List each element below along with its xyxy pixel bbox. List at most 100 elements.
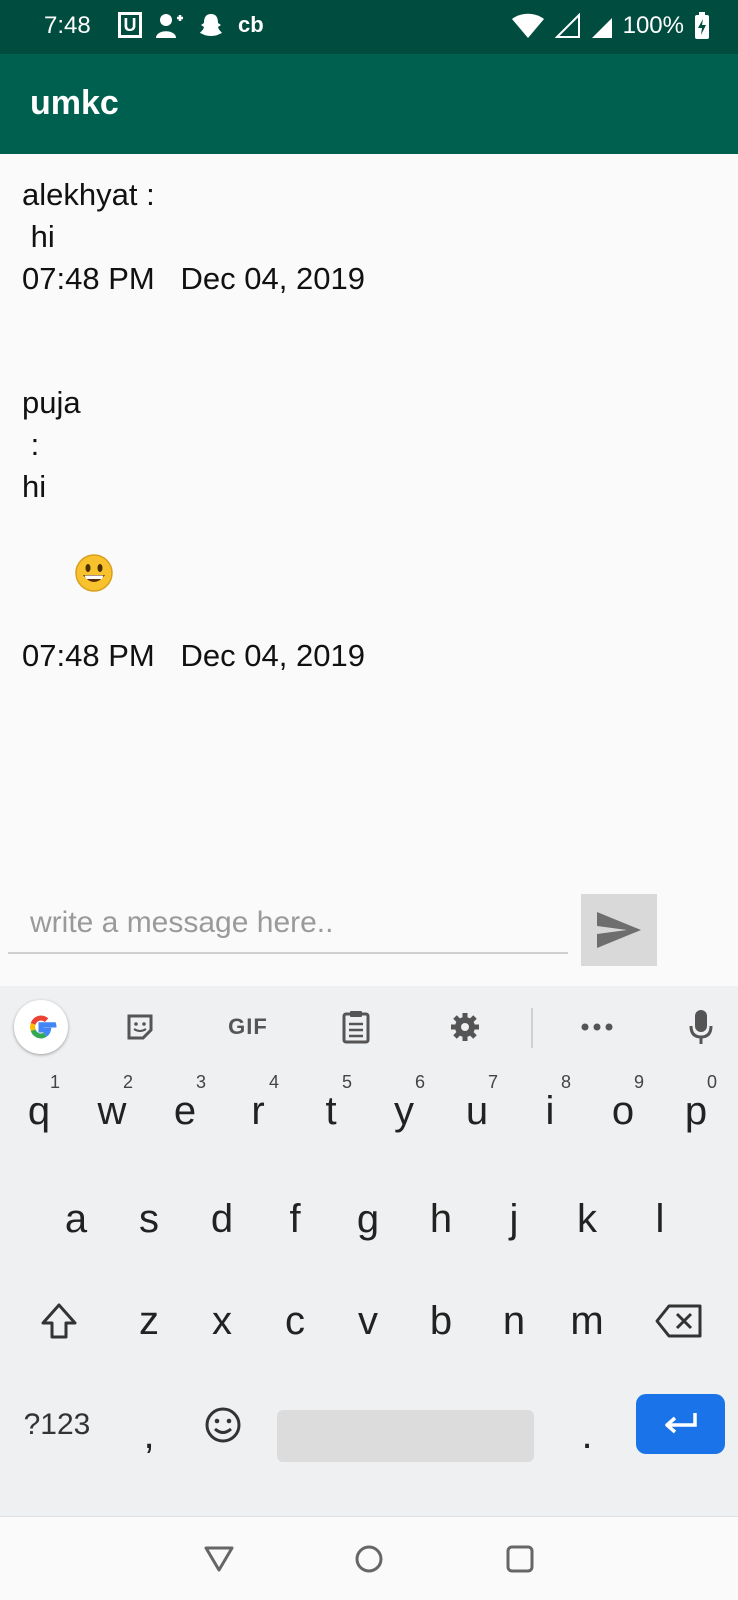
key-label: i — [545, 1088, 555, 1133]
key-label: , — [143, 1412, 155, 1457]
backspace-key[interactable] — [642, 1278, 716, 1364]
gif-label: GIF — [228, 1014, 268, 1039]
key-label: ?123 — [23, 1408, 91, 1441]
key-label: v — [358, 1298, 378, 1343]
sticker-button[interactable] — [115, 1000, 165, 1054]
settings-button[interactable] — [440, 1000, 490, 1054]
key-hint: 5 — [341, 1072, 352, 1092]
key-d[interactable]: d — [187, 1176, 257, 1262]
message-item: alekhyat : hi 07:48 PM Dec 04, 2019 — [22, 174, 365, 300]
key-label: g — [356, 1196, 380, 1241]
key-label: h — [429, 1196, 453, 1241]
key-y[interactable]: y6 — [369, 1068, 439, 1154]
key-hint: 9 — [633, 1072, 644, 1092]
key-label: u — [465, 1088, 489, 1133]
space-key[interactable] — [277, 1410, 534, 1462]
shift-icon — [41, 1303, 77, 1339]
key-k[interactable]: k — [552, 1176, 622, 1262]
recents-button[interactable] — [498, 1537, 542, 1581]
key-label: z — [139, 1298, 159, 1343]
key-c[interactable]: c — [260, 1278, 330, 1364]
key-label: b — [429, 1298, 453, 1343]
emoji-key[interactable] — [188, 1382, 258, 1468]
snapchat-ghost-icon — [200, 14, 222, 36]
battery-percent: 100% — [622, 12, 684, 39]
gif-button[interactable]: GIF — [218, 1000, 278, 1054]
key-w[interactable]: w2 — [77, 1068, 147, 1154]
key-j[interactable]: j — [479, 1176, 549, 1262]
wifi-icon — [511, 13, 544, 38]
signal-icon-1 — [554, 13, 580, 38]
grinning-face-emoji-icon — [74, 554, 113, 592]
key-f[interactable]: f — [260, 1176, 330, 1262]
google-search-button[interactable] — [14, 1000, 68, 1054]
key-label: j — [509, 1196, 519, 1241]
message-input[interactable] — [8, 894, 568, 954]
key-g[interactable]: g — [333, 1176, 403, 1262]
comma-key[interactable]: , — [114, 1382, 184, 1468]
key-u[interactable]: u7 — [442, 1068, 512, 1154]
message-timestamp: 07:48 PM Dec 04, 2019 — [22, 637, 365, 673]
app-title: umkc — [30, 84, 119, 122]
send-button[interactable] — [581, 894, 657, 966]
key-label: w — [97, 1088, 127, 1133]
cb-icon: cb — [238, 12, 264, 37]
status-time: 7:48 — [44, 12, 91, 39]
home-button[interactable] — [347, 1537, 391, 1581]
key-label: m — [570, 1298, 604, 1343]
enter-key[interactable] — [636, 1394, 725, 1454]
send-icon — [597, 912, 641, 948]
add-person-icon — [156, 14, 183, 38]
key-label: k — [577, 1196, 597, 1241]
key-e[interactable]: e3 — [150, 1068, 220, 1154]
key-t[interactable]: t5 — [296, 1068, 366, 1154]
key-n[interactable]: n — [479, 1278, 549, 1364]
status-bar: 7:48 U cb 100% — [0, 0, 738, 54]
key-z[interactable]: z — [114, 1278, 184, 1364]
back-triangle-icon — [204, 1546, 234, 1572]
symbols-key[interactable]: ?123 — [14, 1382, 100, 1468]
message-item: puja : hi 07:48 PM Dec 04, 2019 — [22, 382, 365, 677]
key-label: o — [611, 1088, 635, 1133]
message-composer — [0, 874, 738, 986]
key-label: a — [64, 1196, 88, 1241]
key-r[interactable]: r4 — [223, 1068, 293, 1154]
signal-icon-2 — [591, 18, 612, 38]
key-v[interactable]: v — [333, 1278, 403, 1364]
key-b[interactable]: b — [406, 1278, 476, 1364]
key-label: l — [655, 1196, 665, 1241]
period-key[interactable]: . — [552, 1382, 622, 1468]
key-x[interactable]: x — [187, 1278, 257, 1364]
key-label: y — [394, 1088, 414, 1133]
shift-key[interactable] — [22, 1278, 96, 1364]
home-circle-icon — [355, 1545, 383, 1573]
keyboard: GIF q 1 w 2 e 3 r 4 t 5 y 6 u 7 i 8 o 9 … — [0, 986, 738, 1516]
key-p[interactable]: p0 — [661, 1068, 731, 1154]
key-label: s — [139, 1196, 159, 1241]
voice-input-button[interactable] — [676, 1000, 726, 1054]
smiley-icon — [205, 1407, 241, 1443]
key-label: c — [285, 1298, 305, 1343]
key-hint: 2 — [122, 1072, 133, 1092]
keyboard-toolbar: GIF — [0, 986, 738, 1068]
key-a[interactable]: a — [41, 1176, 111, 1262]
clipboard-button[interactable] — [331, 1000, 381, 1054]
navigation-bar — [0, 1516, 738, 1600]
key-l[interactable]: l — [625, 1176, 695, 1262]
message-text: hi — [22, 219, 55, 254]
google-icon — [14, 1000, 68, 1054]
key-m[interactable]: m — [552, 1278, 622, 1364]
key-i[interactable]: i8 — [515, 1068, 585, 1154]
key-s[interactable]: s — [114, 1176, 184, 1262]
enter-icon — [664, 1413, 697, 1434]
key-h[interactable]: h — [406, 1176, 476, 1262]
message-emoji-row — [22, 508, 365, 635]
message-list[interactable]: alekhyat : hi 07:48 PM Dec 04, 2019 puja… — [0, 154, 738, 874]
key-q[interactable]: q1 — [4, 1068, 74, 1154]
key-hint: 8 — [560, 1072, 571, 1092]
u-notification-icon: U — [118, 12, 142, 38]
more-options-button[interactable] — [572, 1000, 622, 1054]
back-button[interactable] — [197, 1537, 241, 1581]
key-o[interactable]: o9 — [588, 1068, 658, 1154]
key-label: p — [684, 1088, 708, 1133]
